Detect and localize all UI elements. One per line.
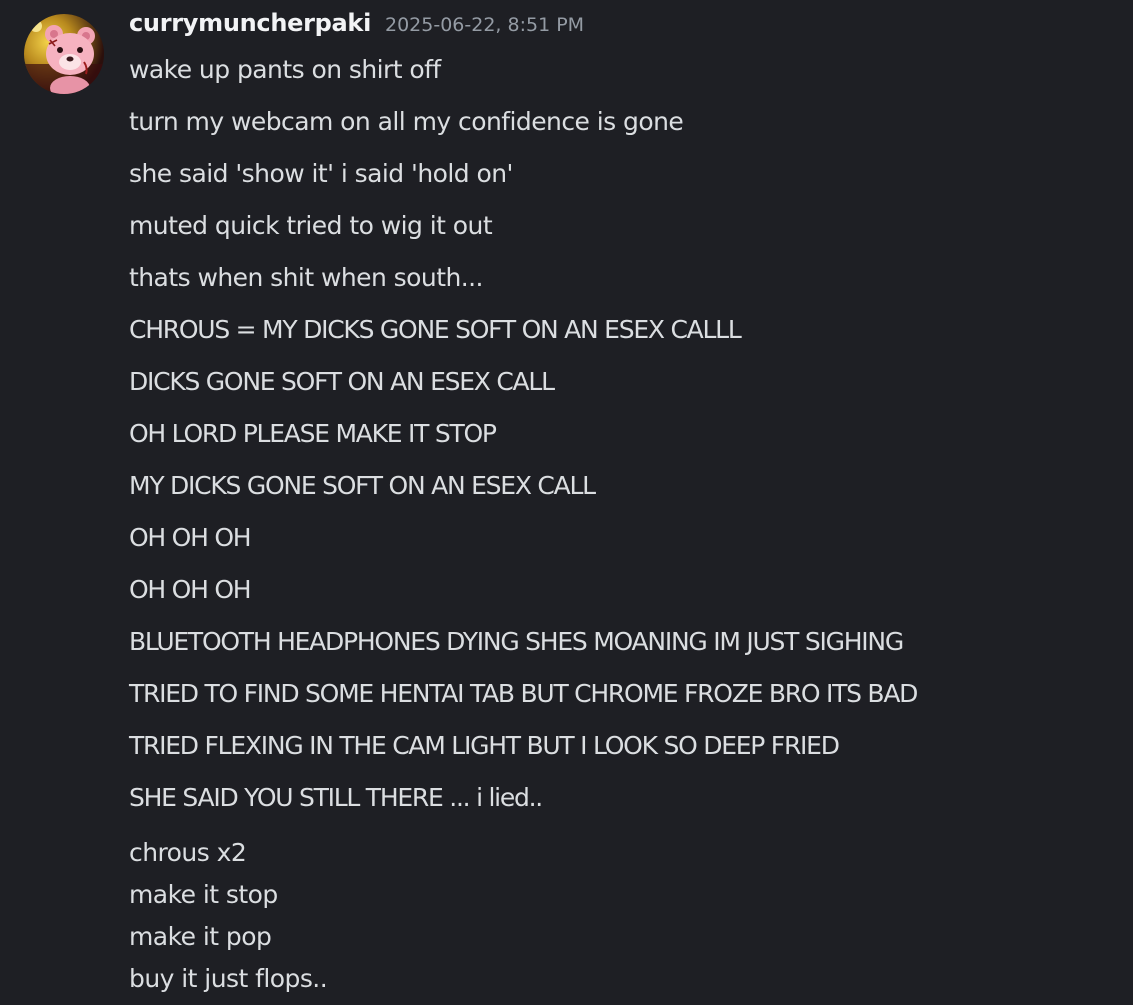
message-line: make it pop (129, 922, 272, 951)
message-line: turn my webcam on all my confidence is g… (129, 107, 684, 136)
message-line: muted quick tried to wig it out (129, 211, 493, 240)
timestamp[interactable]: 2025-06-22, 8:51 PM (385, 14, 584, 36)
username[interactable]: currymuncherpaki (129, 9, 371, 37)
message-line: TRIED FLEXING IN THE CAM LIGHT BUT I LOO… (129, 731, 840, 760)
message-line: make it stop (129, 880, 278, 909)
message-line: buy it just flops.. (129, 964, 328, 993)
multiline-message: chrous x2 make it stop make it pop buy i… (129, 832, 1119, 1000)
message-line: wake up pants on shirt off (129, 55, 441, 84)
message-line: CHROUS = MY DICKS GONE SOFT ON AN ESEX C… (129, 315, 742, 344)
message-line: thats when shit when south... (129, 263, 483, 292)
message-line: TRIED TO FIND SOME HENTAI TAB BUT CHROME… (129, 679, 918, 708)
message-line: chrous x2 (129, 838, 247, 867)
message-line: OH LORD PLEASE MAKE IT STOP (129, 419, 497, 448)
message-line: BLUETOOTH HEADPHONES DYING SHES MOANING … (129, 627, 904, 656)
message-line: OH OH OH (129, 575, 252, 604)
message-line: SHE SAID YOU STILL THERE ... i lied.. (129, 783, 543, 812)
message-header: currymuncherpaki 2025-06-22, 8:51 PM (129, 9, 584, 49)
message-line: DICKS GONE SOFT ON AN ESEX CALL (129, 367, 555, 396)
message-list: wake up pants on shirt off turn my webca… (129, 52, 1119, 1000)
pink-bear-avatar-icon[interactable] (24, 14, 104, 94)
avatar-image (24, 14, 104, 94)
message-line: she said 'show it' i said 'hold on' (129, 159, 513, 188)
message-line: OH OH OH (129, 523, 252, 552)
message-line: MY DICKS GONE SOFT ON AN ESEX CALL (129, 471, 596, 500)
message-group: currymuncherpaki 2025-06-22, 8:51 PM wak… (0, 0, 1133, 1005)
